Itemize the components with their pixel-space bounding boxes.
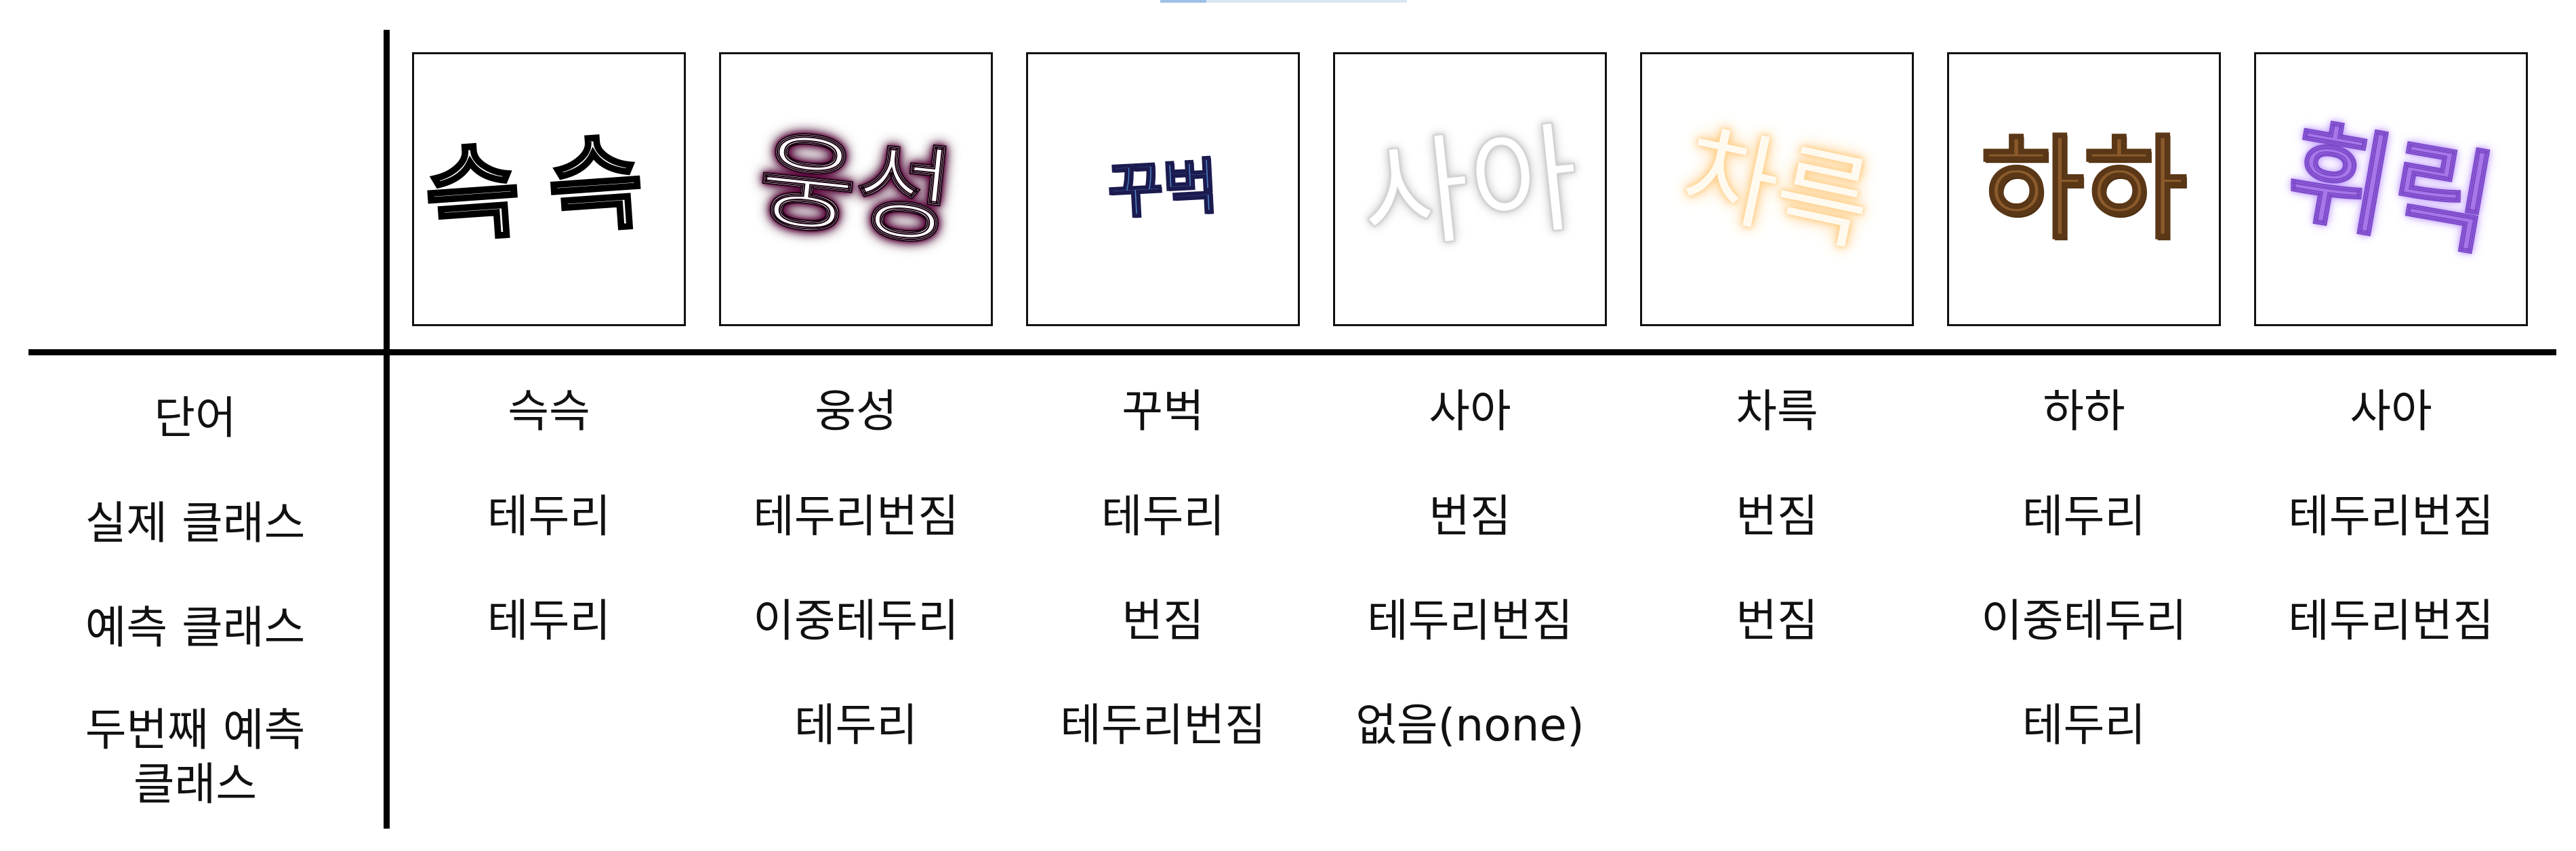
cell-second-predicted-class-3: 테두리번짐 (1060, 699, 1266, 751)
cell-predicted-class-6: 이중테두리 (1981, 595, 2187, 647)
row-label-second-predicted-class-line1: 두번째 예측 (85, 704, 306, 756)
cell-second-predicted-class-2: 테두리 (794, 699, 918, 751)
cell-actual-class-2: 테두리번짐 (753, 490, 959, 542)
vertical-divider (384, 30, 390, 829)
cell-predicted-class-3: 번짐 (1122, 595, 1204, 647)
row-label-actual-class: 실제 클래스 (85, 497, 306, 549)
cell-word-3: 꾸벅 (1122, 385, 1204, 437)
sample-image-4-glyph: 사아 (1353, 108, 1586, 270)
sample-image-1-glyph: 슥슥 (420, 120, 678, 258)
sample-image-2-glyph: 웅성 (753, 117, 960, 261)
cell-second-predicted-class-6: 테두리 (2022, 699, 2146, 751)
sample-image-5-glyph: 차륵 (1673, 112, 1881, 266)
sample-image-3: 꾸벅 (1026, 52, 1300, 326)
cell-second-predicted-class-4: 없음(none) (1355, 699, 1585, 751)
cell-predicted-class-7: 테두리번짐 (2288, 595, 2494, 647)
sample-image-1: 슥슥 (412, 52, 686, 326)
cell-predicted-class-2: 이중테두리 (753, 595, 959, 647)
cell-word-7: 사아 (2350, 385, 2432, 437)
cell-word-6: 하하 (2043, 385, 2125, 437)
sample-image-6-glyph: 하하 (1980, 123, 2188, 254)
cell-actual-class-3: 테두리 (1101, 490, 1225, 542)
sample-image-5: 차륵 (1640, 52, 1914, 326)
cell-word-4: 사아 (1429, 385, 1511, 437)
cell-word-5: 차륵 (1736, 385, 1818, 437)
row-label-word: 단어 (154, 392, 237, 444)
cell-word-2: 웅성 (815, 385, 897, 437)
sample-image-2: 웅성 (719, 52, 993, 326)
sample-image-7-glyph: 휘릭 (2278, 106, 2504, 272)
top-tab-indicator (1160, 0, 1407, 3)
cell-actual-class-1: 테두리 (487, 490, 611, 542)
row-label-second-predicted-class-line2: 클래스 (133, 758, 258, 810)
cell-actual-class-6: 테두리 (2022, 490, 2146, 542)
cell-predicted-class-4: 테두리번짐 (1367, 595, 1573, 647)
cell-actual-class-5: 번짐 (1736, 490, 1818, 542)
sample-image-7: 휘릭 (2254, 52, 2528, 326)
cell-actual-class-7: 테두리번짐 (2288, 490, 2494, 542)
cell-predicted-class-5: 번짐 (1736, 595, 1818, 647)
cell-word-1: 슥슥 (508, 385, 590, 437)
horizontal-divider (28, 349, 2556, 355)
cell-predicted-class-1: 테두리 (487, 595, 611, 647)
row-label-predicted-class: 예측 클래스 (85, 601, 306, 654)
sample-image-3-glyph: 꾸벅 (1105, 150, 1221, 227)
cell-actual-class-4: 번짐 (1429, 490, 1511, 542)
sample-image-4: 사아 (1333, 52, 1607, 326)
sample-image-6: 하하 (1947, 52, 2221, 326)
